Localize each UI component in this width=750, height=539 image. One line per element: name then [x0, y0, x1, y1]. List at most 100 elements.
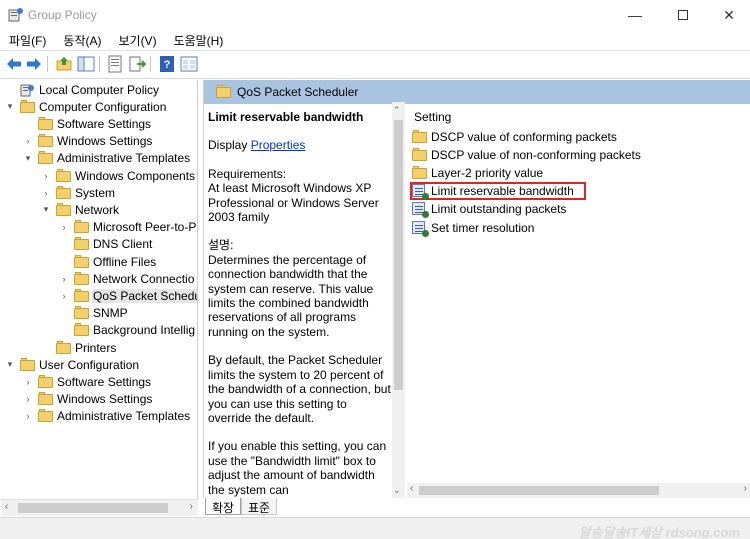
- details-pane: QoS Packet Scheduler Limit reservable ba…: [203, 80, 750, 498]
- minimize-button[interactable]: —: [612, 0, 658, 30]
- description-title: Limit reservable bandwidth: [208, 110, 364, 124]
- tree-node-label: System: [75, 185, 116, 200]
- properties-icon[interactable]: [106, 55, 124, 73]
- folder-icon: [74, 323, 89, 337]
- list-item[interactable]: Limit outstanding packets: [412, 200, 566, 219]
- list-item-label: Layer-2 priority value: [431, 166, 544, 181]
- view-icon[interactable]: [180, 55, 198, 73]
- list-item[interactable]: Layer-2 priority value: [412, 164, 543, 182]
- watermark: 알송달송IT세상 rdsong.com: [578, 525, 740, 539]
- tree-node[interactable]: ▾ Administrative Templates: [23, 150, 191, 167]
- tree-node[interactable]: ▾ User Configuration: [5, 356, 140, 373]
- chevron-down-icon[interactable]: ▾: [5, 359, 15, 370]
- tree-node[interactable]: › Windows Components: [41, 167, 196, 184]
- menu-file[interactable]: 파일(F): [0, 32, 54, 49]
- tree-horizontal-scrollbar[interactable]: ‹ ›: [1, 499, 198, 516]
- maximize-button[interactable]: [660, 0, 706, 30]
- chevron-right-icon[interactable]: ›: [59, 222, 69, 232]
- export-list-icon[interactable]: [128, 55, 146, 73]
- chevron-right-icon[interactable]: ›: [41, 171, 51, 181]
- chevron-right-icon[interactable]: ›: [23, 136, 33, 146]
- list-horizontal-scrollbar[interactable]: ‹ ›: [407, 483, 750, 498]
- scroll-right-icon[interactable]: ›: [744, 483, 747, 494]
- tree-node[interactable]: › Software Settings: [23, 373, 152, 390]
- tree-node[interactable]: ▾ Computer Configuration: [5, 98, 167, 115]
- description-vertical-scrollbar[interactable]: ⌃ ⌄: [392, 102, 405, 498]
- tree-node[interactable]: Software Settings: [23, 115, 152, 132]
- chevron-right-icon[interactable]: ›: [59, 274, 69, 284]
- back-arrow-icon[interactable]: [5, 55, 23, 73]
- folder-icon: [56, 202, 71, 216]
- svg-text:?: ?: [164, 59, 171, 71]
- tree-node[interactable]: Background Intellig: [59, 322, 196, 339]
- folder-icon: [38, 116, 53, 130]
- chevron-down-icon[interactable]: ▾: [5, 101, 15, 112]
- scroll-left-icon[interactable]: ‹: [5, 501, 8, 512]
- properties-link[interactable]: Properties: [251, 138, 306, 152]
- tree-node[interactable]: SNMP: [59, 305, 129, 322]
- tree-node[interactable]: › Windows Settings: [23, 133, 153, 150]
- tab-standard[interactable]: 표준: [241, 498, 278, 515]
- tree-node[interactable]: › Network Connectio: [59, 270, 195, 287]
- list-item[interactable]: Set timer resolution: [412, 219, 534, 237]
- column-header-setting[interactable]: Setting: [414, 110, 451, 124]
- tree-node[interactable]: DNS Client: [59, 236, 153, 253]
- show-hide-tree-icon[interactable]: [77, 55, 95, 73]
- description-scroll-thumb[interactable]: [394, 120, 403, 390]
- list-item-label: DSCP value of non-conforming packets: [431, 148, 641, 163]
- chevron-right-icon[interactable]: ›: [23, 377, 33, 387]
- forward-arrow-icon[interactable]: [25, 55, 43, 73]
- tree-node[interactable]: › QoS Packet Schedu: [59, 287, 197, 304]
- help-icon[interactable]: ?: [158, 55, 176, 73]
- tree-node-label: DNS Client: [93, 237, 153, 252]
- chevron-down-icon[interactable]: ▾: [23, 153, 33, 163]
- up-folder-icon[interactable]: [55, 55, 73, 73]
- chevron-right-icon[interactable]: ›: [23, 394, 33, 404]
- scroll-left-icon[interactable]: ‹: [410, 483, 413, 494]
- tab-extended[interactable]: 확장: [205, 498, 242, 515]
- tree-node[interactable]: Offline Files: [59, 253, 157, 270]
- tree-node-label: QoS Packet Schedu: [92, 288, 197, 303]
- list-item[interactable]: Limit reservable bandwidth: [410, 182, 586, 201]
- tree-pane[interactable]: Local Computer Policy ▾ Computer Configura…: [1, 80, 198, 498]
- minimize-icon: —: [628, 7, 642, 23]
- chevron-right-icon[interactable]: ›: [23, 411, 33, 421]
- tree-node[interactable]: Printers: [41, 339, 117, 356]
- folder-icon: [74, 254, 89, 268]
- tree-node[interactable]: › System: [41, 184, 116, 201]
- tree-node[interactable]: › Microsoft Peer-to-P: [59, 219, 197, 236]
- menu-view[interactable]: 보기(V): [109, 32, 164, 49]
- folder-icon: [74, 271, 89, 285]
- toolbar-separator: [99, 56, 100, 72]
- policy-setting-icon: [412, 184, 429, 201]
- chevron-down-icon[interactable]: ▾: [41, 204, 51, 215]
- scroll-up-icon[interactable]: ⌃: [393, 105, 401, 116]
- close-button[interactable]: ✕: [706, 0, 750, 30]
- maximize-icon: [678, 10, 688, 20]
- tree-node[interactable]: › Windows Settings: [23, 391, 153, 408]
- tree-node-label: Printers: [75, 340, 117, 355]
- chevron-right-icon[interactable]: ›: [59, 291, 69, 301]
- list-scroll-thumb[interactable]: [419, 486, 659, 495]
- scroll-right-icon[interactable]: ›: [190, 501, 193, 512]
- view-tabs: 확장 표준: [203, 498, 750, 516]
- menu-bar: 파일(F) 동작(A) 보기(V) 도움말(H): [0, 30, 750, 50]
- scroll-down-icon[interactable]: ⌄: [393, 485, 401, 496]
- folder-icon: [56, 168, 71, 182]
- tree-node-label: Computer Configuration: [39, 99, 167, 114]
- tree-scroll-thumb[interactable]: [18, 503, 168, 513]
- tree-node-label: Windows Settings: [57, 134, 153, 149]
- details-header-title: QoS Packet Scheduler: [237, 85, 359, 99]
- tree-node[interactable]: Local Computer Policy: [5, 81, 160, 98]
- list-item[interactable]: DSCP value of conforming packets: [412, 128, 617, 146]
- tree-node[interactable]: ▾ Network: [41, 201, 120, 218]
- menu-help[interactable]: 도움말(H): [165, 32, 232, 49]
- list-item[interactable]: DSCP value of non-conforming packets: [412, 146, 641, 164]
- tree-node[interactable]: › Administrative Templates: [23, 408, 191, 425]
- menu-divider: [0, 50, 750, 51]
- chevron-right-icon[interactable]: ›: [41, 188, 51, 198]
- menu-action[interactable]: 동작(A): [54, 32, 109, 49]
